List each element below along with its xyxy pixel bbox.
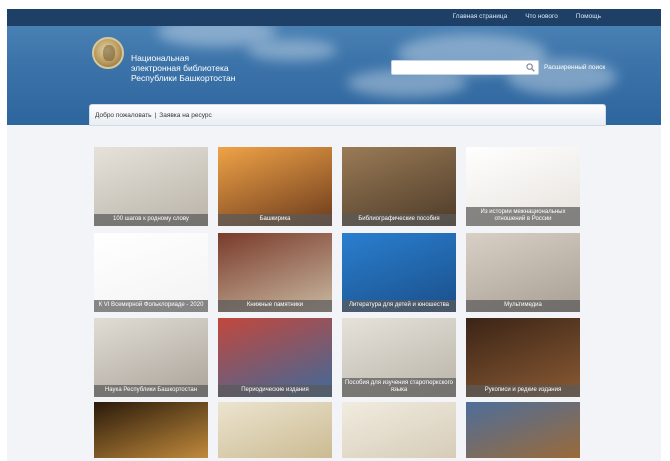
site-title-line: Национальная xyxy=(131,53,190,63)
tile-caption: 100 шагов к родному слову xyxy=(94,214,208,226)
tile-caption: Периодические издания xyxy=(218,385,332,397)
tile-caption: Мультимедиа xyxy=(466,300,580,312)
collection-tile[interactable] xyxy=(218,402,332,458)
collection-tile[interactable]: Периодические издания xyxy=(218,318,332,397)
breadcrumb: Добро пожаловать | Заявка на ресурс xyxy=(89,104,606,126)
mosque-sketch-image xyxy=(342,402,456,458)
breadcrumb-separator: | xyxy=(154,112,157,119)
collection-tile[interactable]: Пособия для изучения старотюркского язык… xyxy=(342,318,456,397)
tile-caption: Наука Республики Башкортостан xyxy=(94,385,208,397)
advanced-search-link[interactable]: Расширенный поиск xyxy=(544,64,605,71)
site-title[interactable]: Национальная электронная библиотека Респ… xyxy=(131,53,235,83)
collection-tile[interactable]: К VI Всемирной Фольклориаде - 2020 xyxy=(94,233,208,312)
top-nav: Главная страница Что нового Помощь xyxy=(453,13,601,20)
nav-home-link[interactable]: Главная страница xyxy=(453,13,508,20)
site-title-line: Республики Башкортостан xyxy=(131,73,236,83)
cloud-decoration xyxy=(247,39,337,61)
collection-tile[interactable]: Книжные памятники xyxy=(218,233,332,312)
tile-caption: Библиографические пособия xyxy=(342,214,456,226)
collection-tile[interactable] xyxy=(94,402,208,458)
tile-caption: Башкирика xyxy=(218,214,332,226)
tile-caption: Книжные памятники xyxy=(218,300,332,312)
candle-book-image xyxy=(94,402,208,458)
collection-tile[interactable]: Литература для детей и юношества xyxy=(342,233,456,312)
nav-whats-new-link[interactable]: Что нового xyxy=(525,13,558,20)
tile-caption: Рукописи и редкие издания xyxy=(466,385,580,397)
collection-tile[interactable]: Из истории межнациональных отношений в Р… xyxy=(466,147,580,226)
portrait-man-image xyxy=(218,402,332,458)
search-input[interactable] xyxy=(392,66,520,79)
collection-tile[interactable] xyxy=(342,402,456,458)
collection-tile[interactable]: Башкирика xyxy=(218,147,332,226)
collection-tile[interactable]: Библиографические пособия xyxy=(342,147,456,226)
collection-tile[interactable] xyxy=(466,402,580,458)
tile-caption: Пособия для изучения старотюркского язык… xyxy=(342,378,456,397)
collection-tile[interactable]: 100 шагов к родному слову xyxy=(94,147,208,226)
collection-tile[interactable]: Мультимедиа xyxy=(466,233,580,312)
nav-help-link[interactable]: Помощь xyxy=(576,13,601,20)
collection-tile[interactable]: Наука Республики Башкортостан xyxy=(94,318,208,397)
site-title-line: электронная библиотека xyxy=(131,63,229,73)
library-logo[interactable] xyxy=(92,37,124,69)
tile-caption: К VI Всемирной Фольклориаде - 2020 xyxy=(94,300,208,312)
resource-request-link[interactable]: Заявка на ресурс xyxy=(159,112,211,119)
page: Главная страница Что нового Помощь Нацио… xyxy=(7,9,661,461)
welcome-link[interactable]: Добро пожаловать xyxy=(95,112,152,119)
painting-crowd-image xyxy=(466,402,580,458)
search-box xyxy=(391,60,539,79)
tile-caption: Из истории межнациональных отношений в Р… xyxy=(466,207,580,226)
top-bar: Главная страница Что нового Помощь xyxy=(7,9,661,26)
search-icon[interactable] xyxy=(526,63,535,72)
tile-caption: Литература для детей и юношества xyxy=(342,300,456,312)
collection-tile[interactable]: Рукописи и редкие издания xyxy=(466,318,580,397)
